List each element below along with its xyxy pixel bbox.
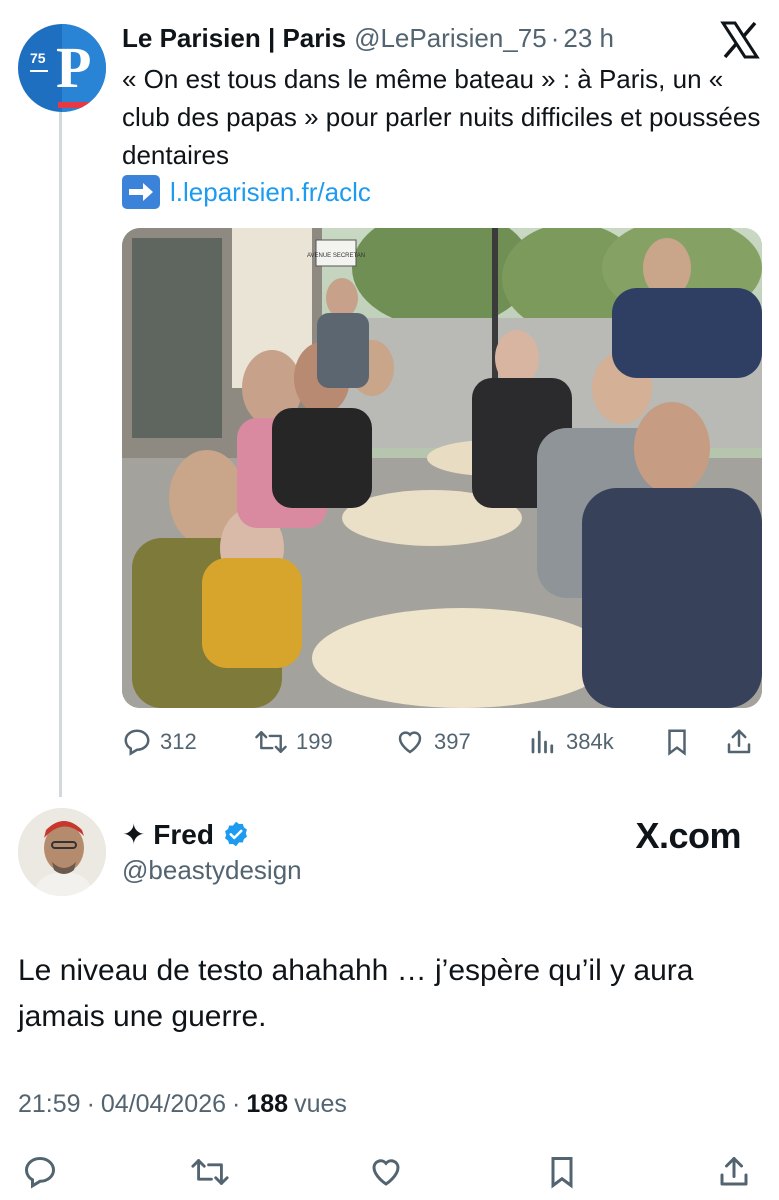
- repost-count: 199: [296, 729, 333, 754]
- reply-date[interactable]: 04/04/2026: [101, 1090, 226, 1119]
- like-count: 397: [434, 729, 471, 754]
- reply-author-handle[interactable]: @beastydesign: [122, 852, 302, 888]
- parent-tweet-text: « On est tous dans le même bateau » : à …: [122, 64, 761, 170]
- xcom-watermark: X.com: [635, 815, 741, 856]
- share-icon: [727, 729, 751, 754]
- right-arrow-emoji-icon: [122, 175, 160, 209]
- reply-like-button[interactable]: [364, 1150, 408, 1194]
- reply-author-row: ✦ Fred: [122, 814, 250, 854]
- parent-tweet-header: Le Parisien | Paris @LeParisien_75 · 23 …: [122, 20, 614, 56]
- views-count: 384k: [566, 729, 614, 754]
- thread-connector-line: [59, 112, 62, 797]
- reply-reply-button[interactable]: [18, 1150, 62, 1194]
- author-name[interactable]: Le Parisien | Paris: [122, 23, 346, 54]
- share-icon: [720, 1157, 748, 1186]
- reply-bookmark-button[interactable]: [540, 1150, 584, 1194]
- reply-time[interactable]: 21:59: [18, 1090, 81, 1119]
- reply-tweet-text: Le niveau de testo ahahahh … j’espère qu…: [18, 954, 694, 1033]
- repost-button[interactable]: 199: [254, 722, 333, 762]
- repost-icon: [255, 731, 287, 753]
- reply-meta: 21:59 · 04/04/2026 · 188 vues: [18, 1089, 347, 1119]
- share-button[interactable]: [724, 722, 762, 762]
- reply-tweet-actions: [0, 1150, 779, 1194]
- reply-views-count: 188: [246, 1089, 289, 1118]
- reply-author-name[interactable]: ✦ Fred: [122, 818, 214, 851]
- reply-icon: [24, 1156, 56, 1189]
- tweet-time[interactable]: 23 h: [563, 23, 614, 54]
- bookmark-icon: [668, 729, 686, 756]
- avatar-number-label: 75: [30, 50, 46, 66]
- x-logo-icon: [720, 21, 760, 59]
- heart-icon: [398, 731, 422, 754]
- views-button[interactable]: 384k: [528, 722, 614, 762]
- parent-tweet-actions: 312 199 397 384k: [122, 722, 762, 762]
- article-link[interactable]: l.leparisien.fr/aclc: [170, 177, 371, 208]
- like-button[interactable]: 397: [394, 722, 471, 762]
- verified-badge-icon: [224, 821, 247, 847]
- avatar-letter: P: [56, 35, 92, 100]
- separator-dot: ·: [550, 22, 560, 53]
- reply-repost-button[interactable]: [188, 1150, 232, 1194]
- street-sign-text: AVENUE SECRETAN: [307, 253, 365, 259]
- reply-count: 312: [160, 729, 197, 754]
- article-link-row[interactable]: l.leparisien.fr/aclc: [122, 172, 371, 212]
- heart-icon: [372, 1159, 400, 1186]
- reply-icon: [124, 729, 150, 756]
- le-parisien-avatar[interactable]: 75 P: [18, 24, 106, 112]
- reply-views-label: vues: [294, 1089, 347, 1118]
- author-handle[interactable]: @LeParisien_75: [354, 23, 547, 54]
- reply-button[interactable]: 312: [122, 722, 197, 762]
- bar-chart-icon: [531, 730, 554, 754]
- fred-avatar[interactable]: [18, 808, 106, 896]
- bookmark-button[interactable]: [662, 722, 700, 762]
- bookmark-icon: [551, 1157, 573, 1189]
- repost-icon: [191, 1159, 229, 1185]
- tweet-photo[interactable]: AVENUE SECRETAN: [122, 228, 762, 708]
- reply-share-button[interactable]: [712, 1150, 756, 1194]
